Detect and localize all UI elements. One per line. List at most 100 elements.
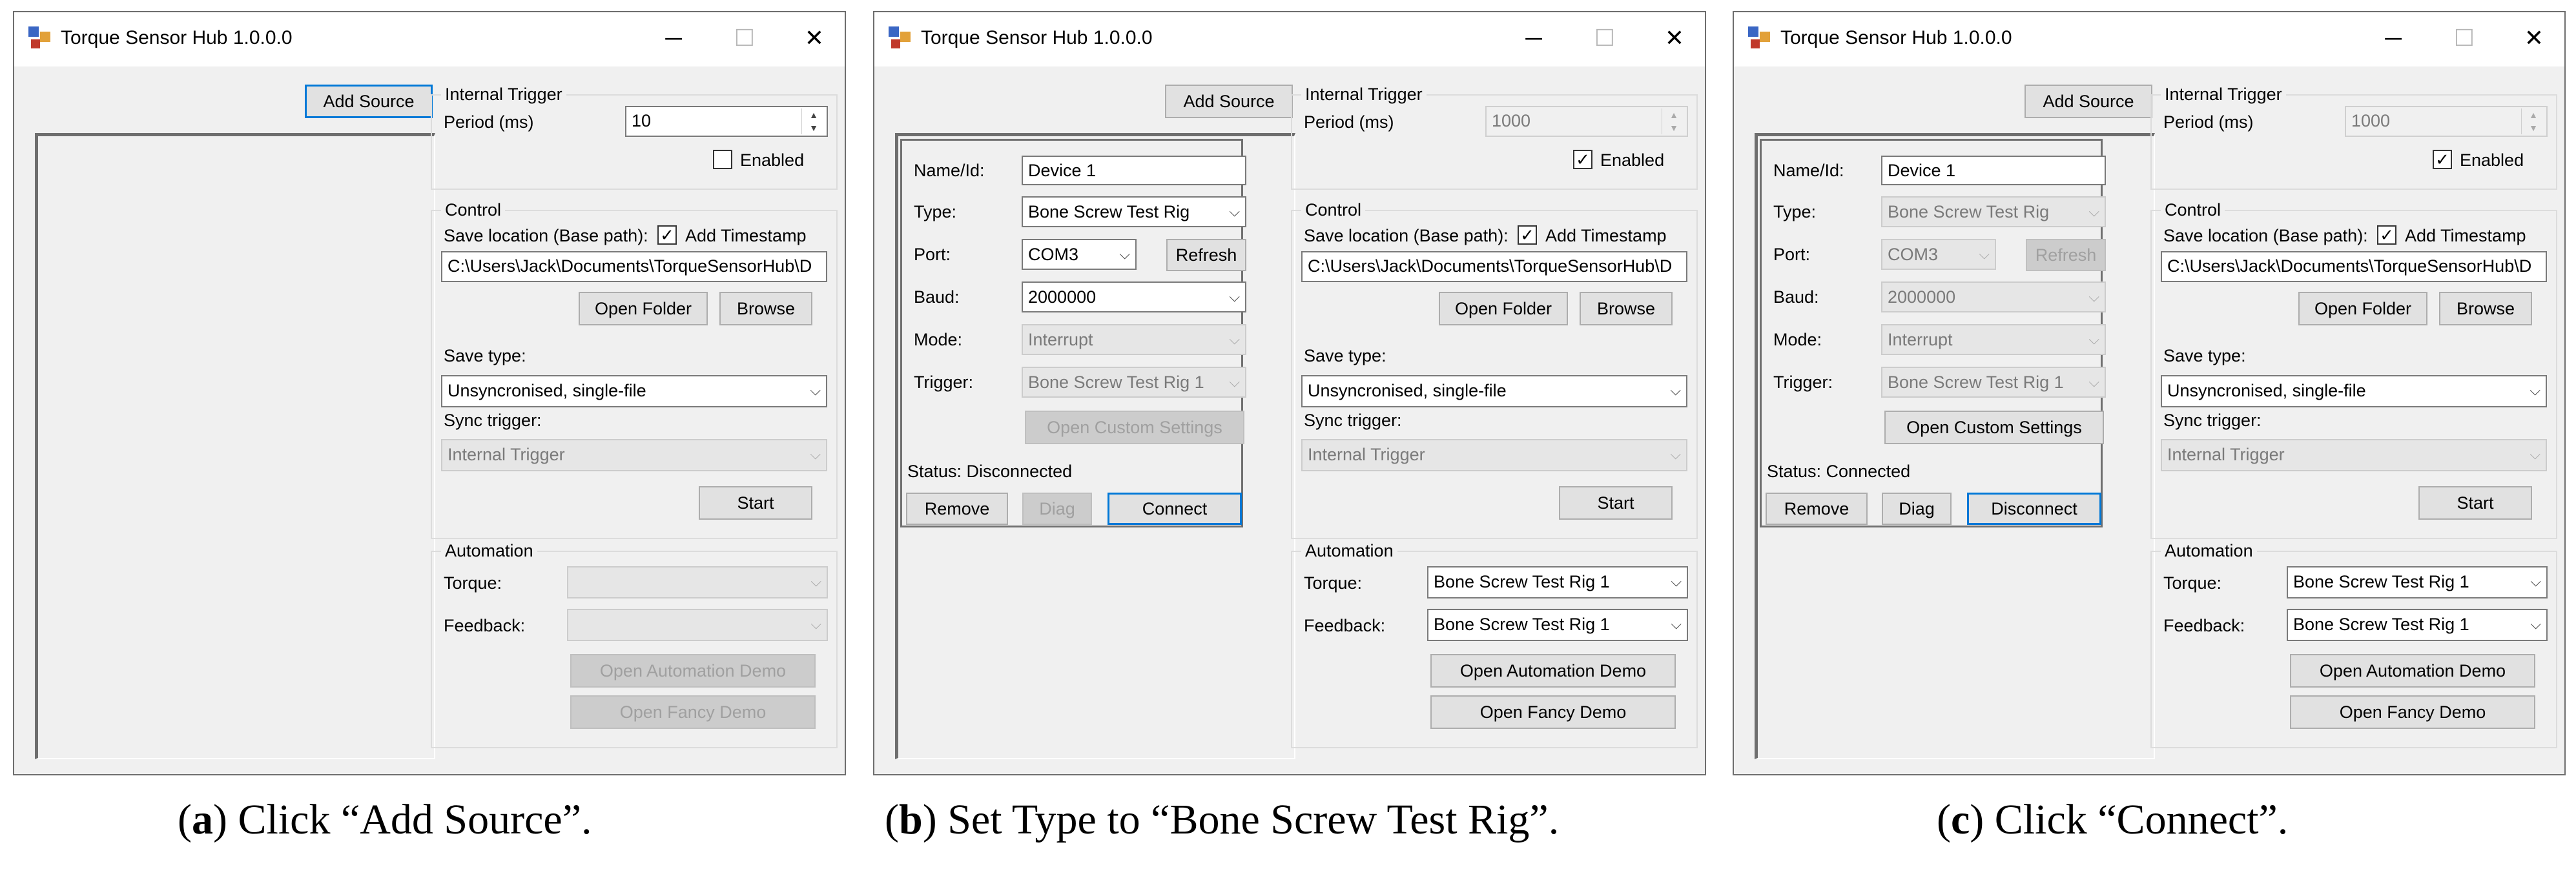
save-path-input[interactable]: C:\Users\Jack\Documents\TorqueSensorHub\… <box>441 251 827 282</box>
diag-button[interactable]: Diag <box>1882 493 1952 525</box>
sync-trigger-select[interactable]: Internal Trigger ⌵ <box>1301 439 1687 471</box>
sync-trigger-select[interactable]: Internal Trigger ⌵ <box>2161 439 2547 471</box>
port-select[interactable]: COM3 ⌵ <box>1881 239 1996 270</box>
type-select[interactable]: Bone Screw Test Rig ⌵ <box>1881 196 2106 227</box>
spin-down-icon[interactable]: ▼ <box>802 121 825 134</box>
spin-down-icon[interactable]: ▼ <box>2522 121 2545 134</box>
browse-button[interactable]: Browse <box>1580 292 1673 325</box>
connect-button[interactable]: Connect <box>1108 493 1242 525</box>
period-input[interactable]: 10 ▲ ▼ <box>625 106 828 137</box>
minimize-icon[interactable]: ─ <box>2374 21 2413 55</box>
close-icon[interactable]: ✕ <box>2515 21 2553 55</box>
refresh-button[interactable]: Refresh <box>2026 239 2106 271</box>
browse-button[interactable]: Browse <box>719 292 812 325</box>
maximize-icon[interactable]: ☐ <box>725 21 764 55</box>
minimize-icon[interactable]: ─ <box>1514 21 1553 55</box>
mode-label: Mode: <box>914 330 963 349</box>
open-fancy-demo-button[interactable]: Open Fancy Demo <box>570 695 816 729</box>
open-custom-settings-button[interactable]: Open Custom Settings <box>1025 411 1244 444</box>
period-input[interactable]: 1000 ▲ ▼ <box>1485 106 1688 137</box>
type-select[interactable]: Bone Screw Test Rig ⌵ <box>1022 196 1246 227</box>
sync-trigger-select[interactable]: Internal Trigger ⌵ <box>441 439 827 471</box>
name-input[interactable]: Device 1 <box>1881 156 2106 185</box>
trigger-select[interactable]: Bone Screw Test Rig 1 ⌵ <box>1881 367 2106 398</box>
maximize-icon[interactable]: ☐ <box>1585 21 1624 55</box>
spin-up-icon[interactable]: ▲ <box>2522 108 2545 121</box>
open-custom-settings-button[interactable]: Open Custom Settings <box>1884 411 2104 444</box>
remove-button[interactable]: Remove <box>906 493 1008 525</box>
close-icon[interactable]: ✕ <box>1655 21 1694 55</box>
add-source-button[interactable]: Add Source <box>305 85 433 118</box>
chevron-down-icon: ⌵ <box>810 616 821 632</box>
save-path-input[interactable]: C:\Users\Jack\Documents\TorqueSensorHub\… <box>1301 251 1687 282</box>
period-spinner[interactable]: ▲ ▼ <box>2521 108 2545 134</box>
diag-button[interactable]: Diag <box>1022 493 1092 525</box>
save-location-label: Save location (Base path): <box>1304 226 1509 245</box>
feedback-label: Feedback: <box>2163 616 2245 635</box>
type-value: Bone Screw Test Rig <box>1028 202 1190 221</box>
period-spinner[interactable]: ▲ ▼ <box>801 108 825 134</box>
enabled-checkbox[interactable]: ✓ <box>2433 150 2452 169</box>
chevron-down-icon: ⌵ <box>2530 573 2541 589</box>
browse-button[interactable]: Browse <box>2439 292 2532 325</box>
baud-select[interactable]: 2000000 ⌵ <box>1881 281 2106 312</box>
torque-select[interactable]: ⌵ <box>567 566 828 598</box>
start-button[interactable]: Start <box>2418 486 2532 520</box>
spin-down-icon[interactable]: ▼ <box>1662 121 1685 134</box>
save-type-label: Save type: <box>2163 346 2246 365</box>
period-value: 10 <box>632 111 652 130</box>
feedback-select[interactable]: ⌵ <box>567 609 828 641</box>
group-title: Control <box>1301 200 1366 220</box>
save-type-select[interactable]: Unsyncronised, single-file ⌵ <box>2161 375 2547 407</box>
title-bar[interactable]: Torque Sensor Hub 1.0.0.0 ─ ☐ ✕ <box>874 12 1705 66</box>
refresh-button[interactable]: Refresh <box>1166 239 1246 271</box>
open-folder-button[interactable]: Open Folder <box>579 292 708 325</box>
start-button[interactable]: Start <box>1559 486 1673 520</box>
feedback-select[interactable]: Bone Screw Test Rig 1 ⌵ <box>2287 609 2548 641</box>
open-folder-button[interactable]: Open Folder <box>2298 292 2427 325</box>
save-type-select[interactable]: Unsyncronised, single-file ⌵ <box>441 375 827 407</box>
minimize-icon[interactable]: ─ <box>654 21 693 55</box>
open-fancy-demo-button[interactable]: Open Fancy Demo <box>2290 695 2535 729</box>
disconnect-button[interactable]: Disconnect <box>1967 493 2101 525</box>
open-automation-demo-button[interactable]: Open Automation Demo <box>570 654 816 688</box>
torque-select[interactable]: Bone Screw Test Rig 1 ⌵ <box>2287 566 2548 598</box>
mode-select[interactable]: Interrupt ⌵ <box>1022 324 1246 355</box>
remove-button[interactable]: Remove <box>1766 493 1868 525</box>
open-folder-button[interactable]: Open Folder <box>1439 292 1568 325</box>
add-source-button[interactable]: Add Source <box>2025 85 2152 118</box>
port-select[interactable]: COM3 ⌵ <box>1022 239 1137 270</box>
check-icon: ✓ <box>1576 150 1590 169</box>
period-spinner[interactable]: ▲ ▼ <box>1662 108 1685 134</box>
baud-select[interactable]: 2000000 ⌵ <box>1022 281 1246 312</box>
open-automation-demo-button[interactable]: Open Automation Demo <box>2290 654 2535 688</box>
save-type-select[interactable]: Unsyncronised, single-file ⌵ <box>1301 375 1687 407</box>
torque-select[interactable]: Bone Screw Test Rig 1 ⌵ <box>1427 566 1688 598</box>
add-timestamp-checkbox[interactable]: ✓ <box>657 225 677 245</box>
mode-select[interactable]: Interrupt ⌵ <box>1881 324 2106 355</box>
open-automation-demo-button[interactable]: Open Automation Demo <box>1430 654 1676 688</box>
enabled-checkbox[interactable] <box>713 150 732 169</box>
feedback-select[interactable]: Bone Screw Test Rig 1 ⌵ <box>1427 609 1688 641</box>
add-timestamp-checkbox[interactable]: ✓ <box>1518 225 1537 245</box>
save-path-input[interactable]: C:\Users\Jack\Documents\TorqueSensorHub\… <box>2161 251 2547 282</box>
caption-letter: a <box>191 796 213 843</box>
status-text: Status: Connected <box>1767 462 1911 481</box>
title-bar[interactable]: Torque Sensor Hub 1.0.0.0 ─ ☐ ✕ <box>1734 12 2564 66</box>
add-source-button[interactable]: Add Source <box>1165 85 1293 118</box>
trigger-select[interactable]: Bone Screw Test Rig 1 ⌵ <box>1022 367 1246 398</box>
source-list-panel[interactable] <box>35 133 435 759</box>
close-icon[interactable]: ✕ <box>795 21 834 55</box>
open-fancy-demo-button[interactable]: Open Fancy Demo <box>1430 695 1676 729</box>
spin-up-icon[interactable]: ▲ <box>802 108 825 121</box>
enabled-checkbox[interactable]: ✓ <box>1573 150 1592 169</box>
add-timestamp-checkbox[interactable]: ✓ <box>2377 225 2396 245</box>
name-input[interactable]: Device 1 <box>1022 156 1246 185</box>
chevron-down-icon: ⌵ <box>810 573 821 589</box>
period-input[interactable]: 1000 ▲ ▼ <box>2345 106 2548 137</box>
start-button[interactable]: Start <box>699 486 812 520</box>
title-bar[interactable]: Torque Sensor Hub 1.0.0.0 ─ ☐ ✕ <box>14 12 845 66</box>
caption-close: ) <box>212 796 227 843</box>
maximize-icon[interactable]: ☐ <box>2445 21 2484 55</box>
spin-up-icon[interactable]: ▲ <box>1662 108 1685 121</box>
